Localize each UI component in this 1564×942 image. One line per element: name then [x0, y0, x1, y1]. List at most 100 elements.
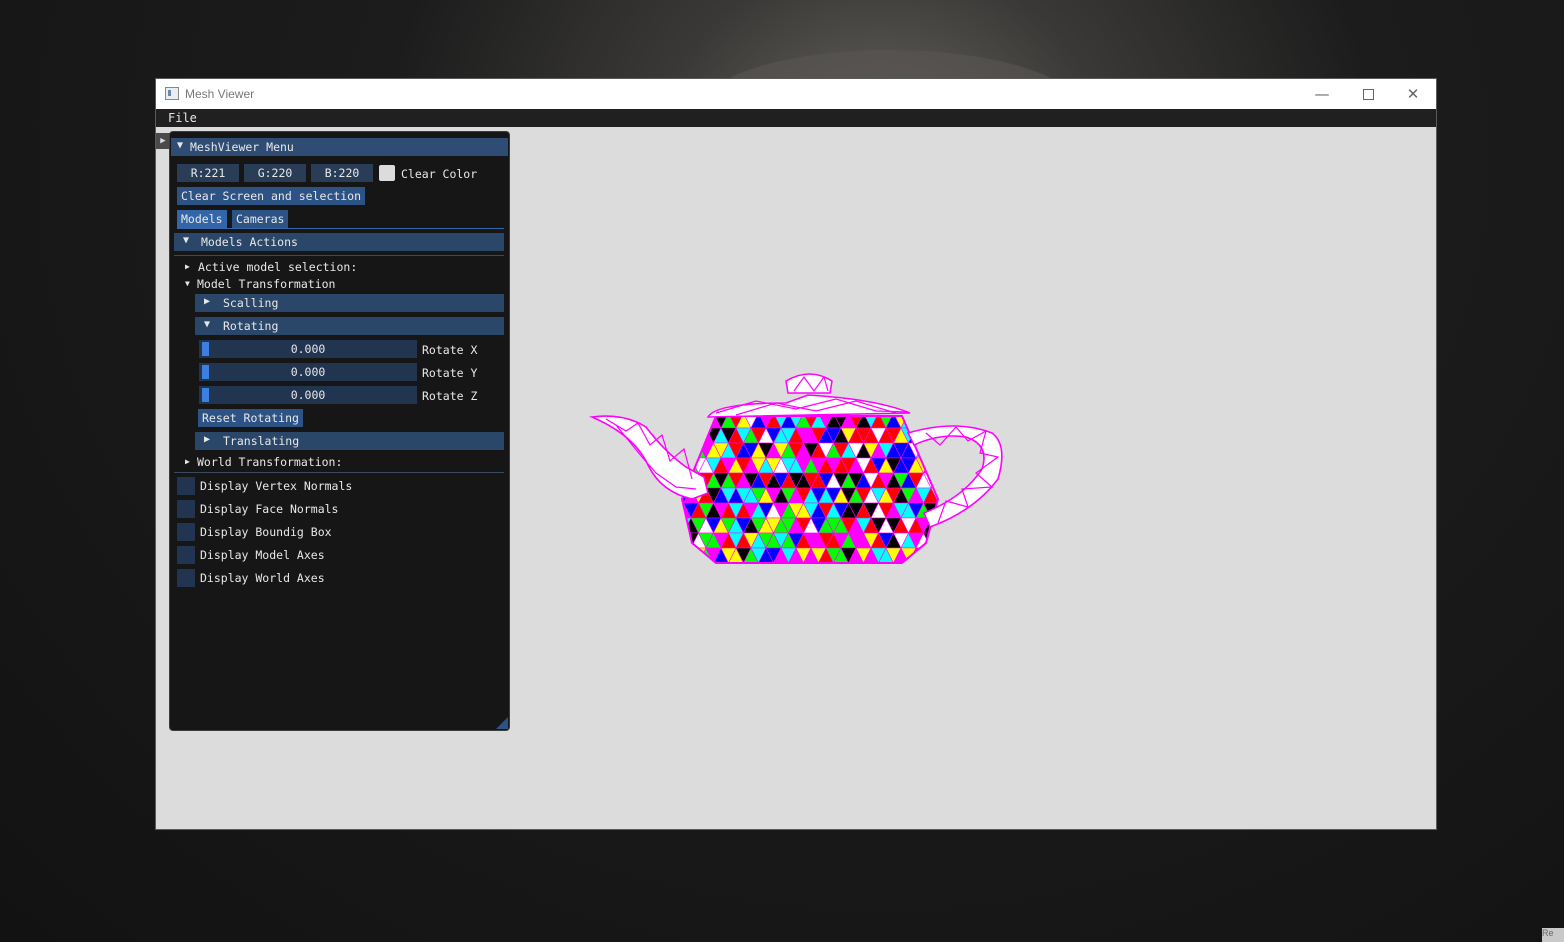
mesh-face — [788, 562, 804, 563]
expand-right-icon: ▶ — [204, 434, 211, 445]
expand-right-icon: ▶ — [204, 296, 211, 307]
mesh-face — [848, 562, 864, 563]
tab-models[interactable]: Models — [177, 210, 227, 228]
mesh-face — [900, 562, 917, 563]
mesh-face — [682, 427, 692, 444]
minimize-button[interactable]: — — [1299, 79, 1345, 109]
mesh-face — [939, 443, 954, 458]
mesh-face — [923, 416, 938, 429]
resize-grip-icon[interactable] — [496, 717, 508, 729]
mesh-face — [946, 458, 961, 473]
teapot-spout — [588, 415, 709, 500]
scalling-header[interactable]: ▶ Scalling — [195, 294, 504, 312]
expand-right-icon[interactable]: ▶ — [185, 457, 190, 466]
mesh-face — [930, 547, 938, 563]
translating-header[interactable]: ▶ Translating — [195, 432, 504, 450]
mesh-face — [915, 562, 932, 563]
mesh-face — [870, 562, 887, 563]
rotating-header[interactable]: ▼ Rotating — [195, 317, 504, 335]
mesh-face — [690, 547, 707, 563]
collapse-down-icon: ▼ — [204, 319, 211, 330]
vertex-normals-checkbox[interactable] — [177, 477, 195, 495]
translating-label: Translating — [223, 434, 300, 448]
menu-bar: File — [156, 109, 1436, 127]
collapse-down-icon[interactable]: ▼ — [185, 279, 190, 288]
models-actions-label: Models Actions — [201, 235, 298, 249]
model-axes-label: Display Model Axes — [200, 548, 325, 562]
mesh-face — [743, 562, 759, 563]
mesh-face — [683, 547, 699, 563]
world-transformation-node[interactable]: World Transformation: — [197, 455, 342, 469]
model-axes-checkbox[interactable] — [177, 546, 195, 564]
rotate-x-slider[interactable]: 0.000 — [199, 340, 417, 358]
mesh-face — [840, 562, 857, 563]
mesh-face — [683, 427, 699, 444]
mesh-face — [908, 562, 924, 563]
taskbar-corner: Re — [1542, 928, 1564, 942]
clear-color-b-input[interactable]: B:220 — [311, 164, 373, 182]
world-axes-checkbox[interactable] — [177, 569, 195, 587]
collapse-down-icon[interactable]: ▼ — [177, 140, 183, 151]
render-viewport[interactable]: ▶ ▼ MeshViewer Menu R:221 G:220 B:220 Cl… — [156, 127, 1436, 829]
mesh-face — [923, 442, 938, 459]
mesh-face — [930, 562, 938, 563]
mesh-face — [661, 533, 676, 548]
expand-right-icon[interactable]: ▶ — [185, 262, 190, 271]
vertex-normals-label: Display Vertex Normals — [200, 479, 353, 493]
mesh-face — [939, 458, 954, 473]
mesh-face — [795, 562, 812, 563]
mesh-face — [682, 416, 684, 429]
taskbar-corner-label: Re — [1542, 928, 1554, 938]
title-bar: Mesh Viewer — ✕ — [156, 79, 1436, 109]
clear-color-g-input[interactable]: G:220 — [244, 164, 306, 182]
app-icon — [165, 87, 179, 100]
meshviewer-menu-panel: ▼ MeshViewer Menu R:221 G:220 B:220 Clea… — [169, 131, 510, 731]
mesh-face — [908, 416, 924, 429]
close-button[interactable]: ✕ — [1390, 79, 1436, 109]
mesh-face — [682, 547, 692, 563]
mesh-face — [661, 503, 676, 518]
rotate-y-slider[interactable]: 0.000 — [199, 363, 417, 381]
rotate-z-label: Rotate Z — [422, 389, 478, 403]
mesh-face — [885, 562, 902, 563]
mesh-face — [698, 562, 714, 563]
mesh-face — [690, 416, 707, 429]
clear-screen-button[interactable]: Clear Screen and selection — [177, 187, 366, 205]
face-normals-checkbox[interactable] — [177, 500, 195, 518]
menu-file[interactable]: File — [168, 111, 197, 125]
mesh-face — [750, 562, 767, 563]
mesh-face — [690, 427, 707, 444]
model-transformation-node[interactable]: Model Transformation — [197, 277, 335, 291]
mesh-face — [682, 517, 684, 534]
mesh-face — [946, 548, 961, 563]
maximize-button[interactable] — [1345, 79, 1391, 109]
collapse-down-icon: ▼ — [183, 235, 190, 246]
reset-rotating-button[interactable]: Reset Rotating — [198, 409, 303, 427]
rotate-y-label: Rotate Y — [422, 366, 478, 380]
clear-color-swatch[interactable] — [379, 165, 395, 181]
panel-title-bar[interactable]: ▼ MeshViewer Menu — [171, 138, 508, 156]
mesh-face — [683, 416, 699, 429]
mesh-face — [915, 416, 932, 429]
mesh-face — [780, 562, 797, 563]
mesh-face — [825, 562, 842, 563]
mesh-viewer-window: Mesh Viewer — ✕ File ▶ ▼ MeshViewer Menu… — [156, 79, 1436, 829]
mesh-face — [923, 562, 938, 563]
bounding-box-checkbox[interactable] — [177, 523, 195, 541]
mesh-face — [661, 413, 676, 428]
mesh-face — [939, 563, 954, 578]
window-title: Mesh Viewer — [185, 87, 255, 101]
active-model-selection-node[interactable]: Active model selection: — [198, 260, 357, 274]
clear-color-r-input[interactable]: R:221 — [177, 164, 239, 182]
tab-cameras[interactable]: Cameras — [232, 210, 289, 228]
mesh-face — [758, 562, 774, 563]
mesh-face — [939, 533, 954, 548]
mesh-face — [682, 532, 692, 549]
separator — [174, 255, 504, 256]
models-actions-header[interactable]: ▼ Models Actions — [174, 233, 504, 251]
clear-color-label: Clear Color — [401, 167, 478, 181]
mesh-face — [946, 518, 961, 533]
mesh-face — [765, 562, 782, 563]
mesh-face — [682, 562, 692, 563]
rotate-z-slider[interactable]: 0.000 — [199, 386, 417, 404]
